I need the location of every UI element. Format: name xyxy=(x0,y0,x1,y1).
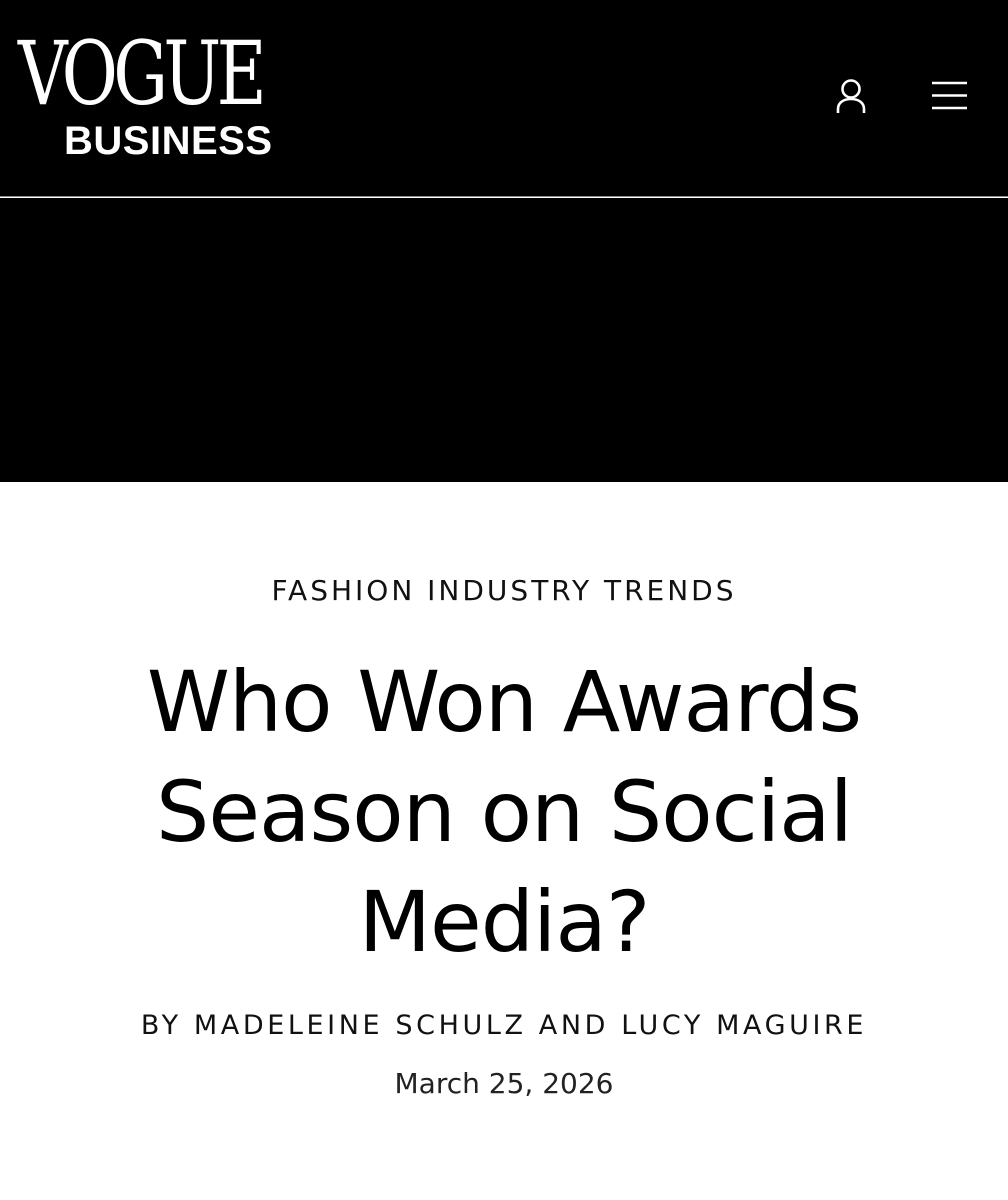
article-header: FASHION INDUSTRY TRENDS Who Won Awards S… xyxy=(0,482,1008,1200)
hamburger-menu-icon xyxy=(927,74,971,118)
user-icon xyxy=(829,74,873,118)
logo-vogue-wordmark: VOGUE xyxy=(18,22,267,125)
publish-date: March 25, 2026 xyxy=(394,1067,614,1100)
logo-business-wordmark: BUSINESS xyxy=(64,119,273,163)
account-button[interactable] xyxy=(829,74,873,118)
article-headline: Who Won Awards Season on Social Media? xyxy=(146,653,862,971)
rubric-link[interactable]: FASHION INDUSTRY TRENDS xyxy=(0,573,1008,609)
byline-authors-link[interactable]: MADELEINE SCHULZ AND LUCY MAGUIRE xyxy=(194,1010,867,1041)
ad-banner-area xyxy=(0,198,1008,482)
menu-button[interactable] xyxy=(927,74,971,118)
byline: BY MADELEINE SCHULZ AND LUCY MAGUIRE xyxy=(0,1008,1008,1044)
byline-prefix: BY xyxy=(140,1010,182,1041)
site-header: VOGUE BUSINESS xyxy=(0,0,1008,197)
vogue-business-logo[interactable]: VOGUE BUSINESS xyxy=(18,26,308,166)
